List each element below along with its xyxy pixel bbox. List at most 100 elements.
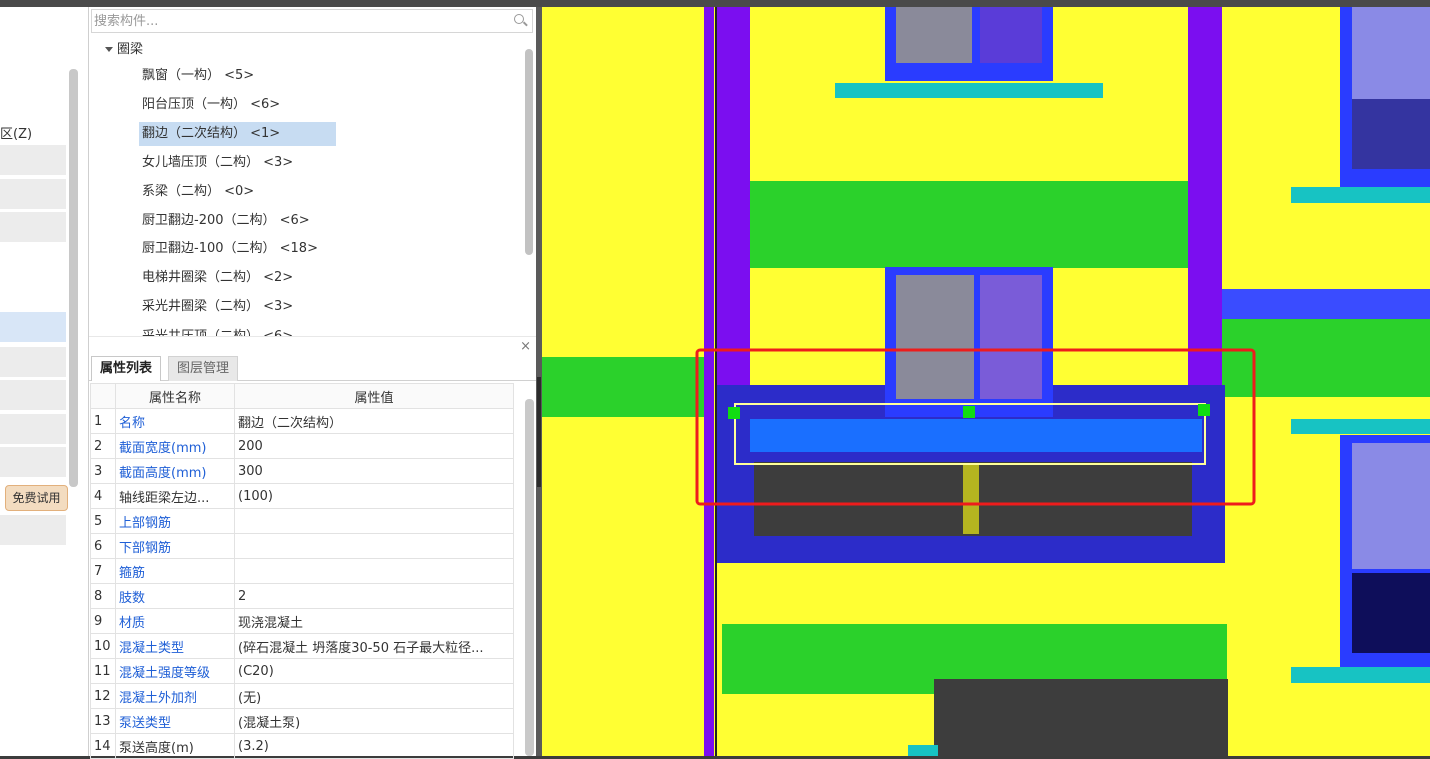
property-value[interactable]: (3.2) — [234, 733, 514, 759]
property-name: 混凝土类型 — [115, 633, 235, 659]
model-canvas[interactable] — [542, 7, 1430, 756]
table-row[interactable]: 4 轴线距梁左边... (100) — [90, 483, 514, 509]
tree-item[interactable]: 厨卫翻边-200（二构） <6> — [139, 209, 313, 233]
property-name: 截面高度(mm) — [115, 458, 235, 484]
nav-item-selected[interactable] — [0, 312, 66, 342]
property-value[interactable] — [234, 533, 514, 559]
beam — [542, 357, 712, 417]
tree-root-label: 圈梁 — [117, 42, 144, 57]
window-sill — [1291, 419, 1430, 434]
table-row[interactable]: 8 肢数 2 — [90, 583, 514, 609]
window-sill — [1291, 187, 1430, 203]
property-name: 肢数 — [115, 583, 235, 609]
row-index: 8 — [90, 583, 116, 609]
tree-scrollbar[interactable] — [525, 49, 533, 255]
property-value[interactable]: 300 — [234, 458, 514, 484]
property-value[interactable]: 现浇混凝土 — [234, 608, 514, 634]
tree-item-partial[interactable]: 采光井压顶（二构） <6> — [139, 324, 296, 336]
chevron-down-icon[interactable] — [105, 47, 113, 52]
window-glass — [896, 7, 972, 63]
property-value[interactable]: (无) — [234, 683, 514, 709]
table-row[interactable]: 3 截面高度(mm) 300 — [90, 458, 514, 484]
window-sill — [908, 745, 938, 756]
property-name-header: 属性名称 — [115, 383, 235, 409]
window-glass — [896, 275, 974, 399]
property-name: 泵送类型 — [115, 708, 235, 734]
model-viewport[interactable] — [542, 7, 1430, 756]
row-index: 2 — [90, 433, 116, 459]
tree-item[interactable]: 电梯井圈梁（二构） <2> — [139, 266, 296, 290]
tab-property-list[interactable]: 属性列表 — [91, 356, 162, 381]
tree-item[interactable]: 女儿墙压顶（二构） <3> — [139, 151, 296, 175]
property-value[interactable]: 翻边（二次结构） — [234, 408, 514, 434]
table-row[interactable]: 12 混凝土外加剂 (无) — [90, 683, 514, 709]
close-icon[interactable]: × — [520, 339, 531, 354]
component-search-box — [91, 9, 533, 33]
window-glass — [980, 7, 1042, 63]
grip-handle[interactable] — [963, 406, 975, 418]
row-index: 5 — [90, 508, 116, 534]
table-row[interactable]: 5 上部钢筋 — [90, 508, 514, 534]
grip-handle[interactable] — [728, 407, 740, 419]
row-index: 9 — [90, 608, 116, 634]
table-row[interactable]: 9 材质 现浇混凝土 — [90, 608, 514, 634]
table-row[interactable]: 13 泵送类型 (混凝土泵) — [90, 708, 514, 734]
nav-item[interactable] — [0, 347, 66, 377]
table-row[interactable]: 6 下部钢筋 — [90, 533, 514, 559]
table-row[interactable]: 1 名称 翻边（二次结构） — [90, 408, 514, 434]
grip-handle[interactable] — [1198, 404, 1210, 416]
selected-edge-beam[interactable] — [750, 419, 1202, 452]
property-name: 混凝土强度等级 — [115, 658, 235, 684]
tree-item[interactable]: 飘窗（一构） <5> — [139, 64, 257, 88]
nav-item[interactable] — [0, 414, 66, 444]
tab-layer-management[interactable]: 图层管理 — [168, 356, 239, 381]
nav-item[interactable] — [0, 145, 66, 175]
property-tabs: 属性列表 图层管理 — [89, 356, 537, 381]
property-name: 轴线距梁左边... — [115, 483, 235, 509]
row-index: 1 — [90, 408, 116, 434]
component-search-input[interactable] — [92, 10, 496, 32]
property-name: 名称 — [115, 408, 235, 434]
property-name: 材质 — [115, 608, 235, 634]
property-value[interactable]: 2 — [234, 583, 514, 609]
tree-item[interactable]: 采光井圈梁（二构） <3> — [139, 295, 296, 319]
table-row[interactable]: 7 箍筋 — [90, 558, 514, 584]
table-row[interactable]: 10 混凝土类型 (碎石混凝土 坍落度30-50 石子最大粒径... — [90, 633, 514, 659]
nav-item[interactable] — [0, 212, 66, 242]
property-panel: × 属性列表 图层管理 属性名称 属性值 1 名称 翻边（二次结构） 2 截面宽度(mm… — [88, 337, 538, 759]
tree-item[interactable]: 厨卫翻边-100（二构） <18> — [139, 237, 321, 261]
property-value[interactable]: (碎石混凝土 坍落度30-50 石子最大粒径... — [234, 633, 514, 659]
table-row[interactable]: 2 截面宽度(mm) 200 — [90, 433, 514, 459]
search-icon[interactable] — [514, 14, 524, 24]
window-glass — [1352, 99, 1430, 169]
row-index: 13 — [90, 708, 116, 734]
property-name: 混凝土外加剂 — [115, 683, 235, 709]
property-scrollbar[interactable] — [525, 399, 534, 756]
property-value[interactable] — [234, 558, 514, 584]
splitter-grip[interactable] — [537, 377, 541, 487]
nav-item[interactable] — [0, 515, 66, 545]
tree-item-selected[interactable]: 翻边（二次结构） <1> — [139, 122, 336, 146]
table-row[interactable]: 11 混凝土强度等级 (C20) — [90, 658, 514, 684]
free-trial-button[interactable]: 免费试用 — [5, 485, 68, 511]
nav-item[interactable] — [0, 380, 66, 410]
window-glass — [1352, 7, 1430, 99]
property-value[interactable]: (C20) — [234, 658, 514, 684]
nav-item[interactable] — [0, 447, 66, 477]
property-value[interactable]: (混凝土泵) — [234, 708, 514, 734]
row-index: 11 — [90, 658, 116, 684]
property-value[interactable] — [234, 508, 514, 534]
beam — [750, 181, 1188, 268]
property-name: 下部钢筋 — [115, 533, 235, 559]
index-header — [90, 383, 116, 409]
nav-item[interactable] — [0, 179, 66, 209]
property-value[interactable]: (100) — [234, 483, 514, 509]
row-index: 3 — [90, 458, 116, 484]
property-value[interactable]: 200 — [234, 433, 514, 459]
tree-item[interactable]: 阳台压顶（一构） <6> — [139, 93, 283, 117]
tree-item[interactable]: 系梁（二构） <0> — [139, 180, 257, 204]
nav-scrollbar[interactable] — [69, 69, 78, 487]
table-row[interactable]: 14 泵送高度(m) (3.2) — [90, 733, 514, 759]
tree-root-ring-beam[interactable]: 圈梁 — [105, 38, 143, 57]
row-index: 7 — [90, 558, 116, 584]
